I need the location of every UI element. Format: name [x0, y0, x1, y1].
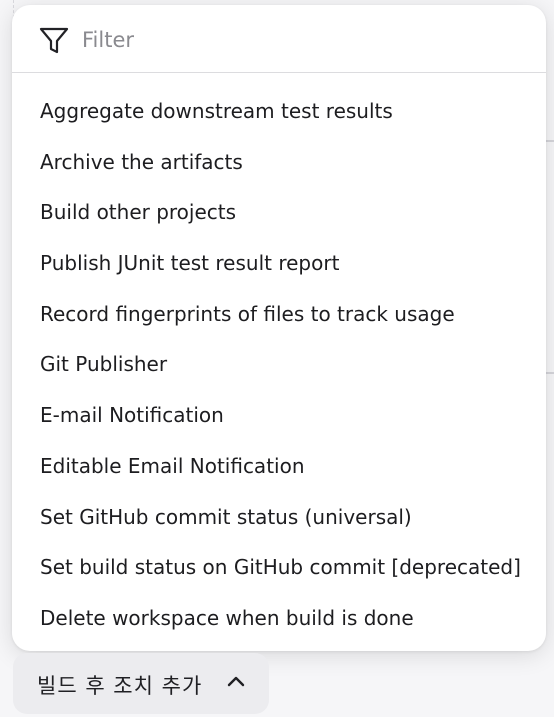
menu-item-set-build-status-on-github-commit[interactable]: Set build status on GitHub commit [depre…: [12, 542, 546, 593]
menu-list: Aggregate downstream test results Archiv…: [12, 86, 546, 644]
chevron-up-icon: [227, 676, 245, 687]
post-build-actions-dropdown: Aggregate downstream test results Archiv…: [12, 5, 546, 651]
menu-item-build-other-projects[interactable]: Build other projects: [12, 187, 546, 238]
filter-row: [12, 5, 546, 73]
menu-item-publish-junit-test-result-report[interactable]: Publish JUnit test result report: [12, 238, 546, 289]
background-tick: [546, 372, 554, 374]
filter-icon: [39, 27, 69, 54]
menu-item-aggregate-downstream-test-results[interactable]: Aggregate downstream test results: [12, 86, 546, 137]
menu-item-record-fingerprints[interactable]: Record fingerprints of files to track us…: [12, 289, 546, 340]
background-tick: [546, 140, 554, 142]
menu-item-editable-email-notification[interactable]: Editable Email Notification: [12, 441, 546, 492]
menu-item-git-publisher[interactable]: Git Publisher: [12, 339, 546, 390]
filter-input[interactable]: [82, 22, 522, 58]
add-post-build-action-button[interactable]: 빌드 후 조치 추가: [13, 653, 269, 714]
menu-item-email-notification[interactable]: E-mail Notification: [12, 390, 546, 441]
menu-item-delete-workspace[interactable]: Delete workspace when build is done: [12, 593, 546, 644]
add-post-build-action-label: 빌드 후 조치 추가: [37, 674, 203, 698]
menu-item-archive-the-artifacts[interactable]: Archive the artifacts: [12, 137, 546, 188]
menu-item-set-github-commit-status[interactable]: Set GitHub commit status (universal): [12, 492, 546, 543]
